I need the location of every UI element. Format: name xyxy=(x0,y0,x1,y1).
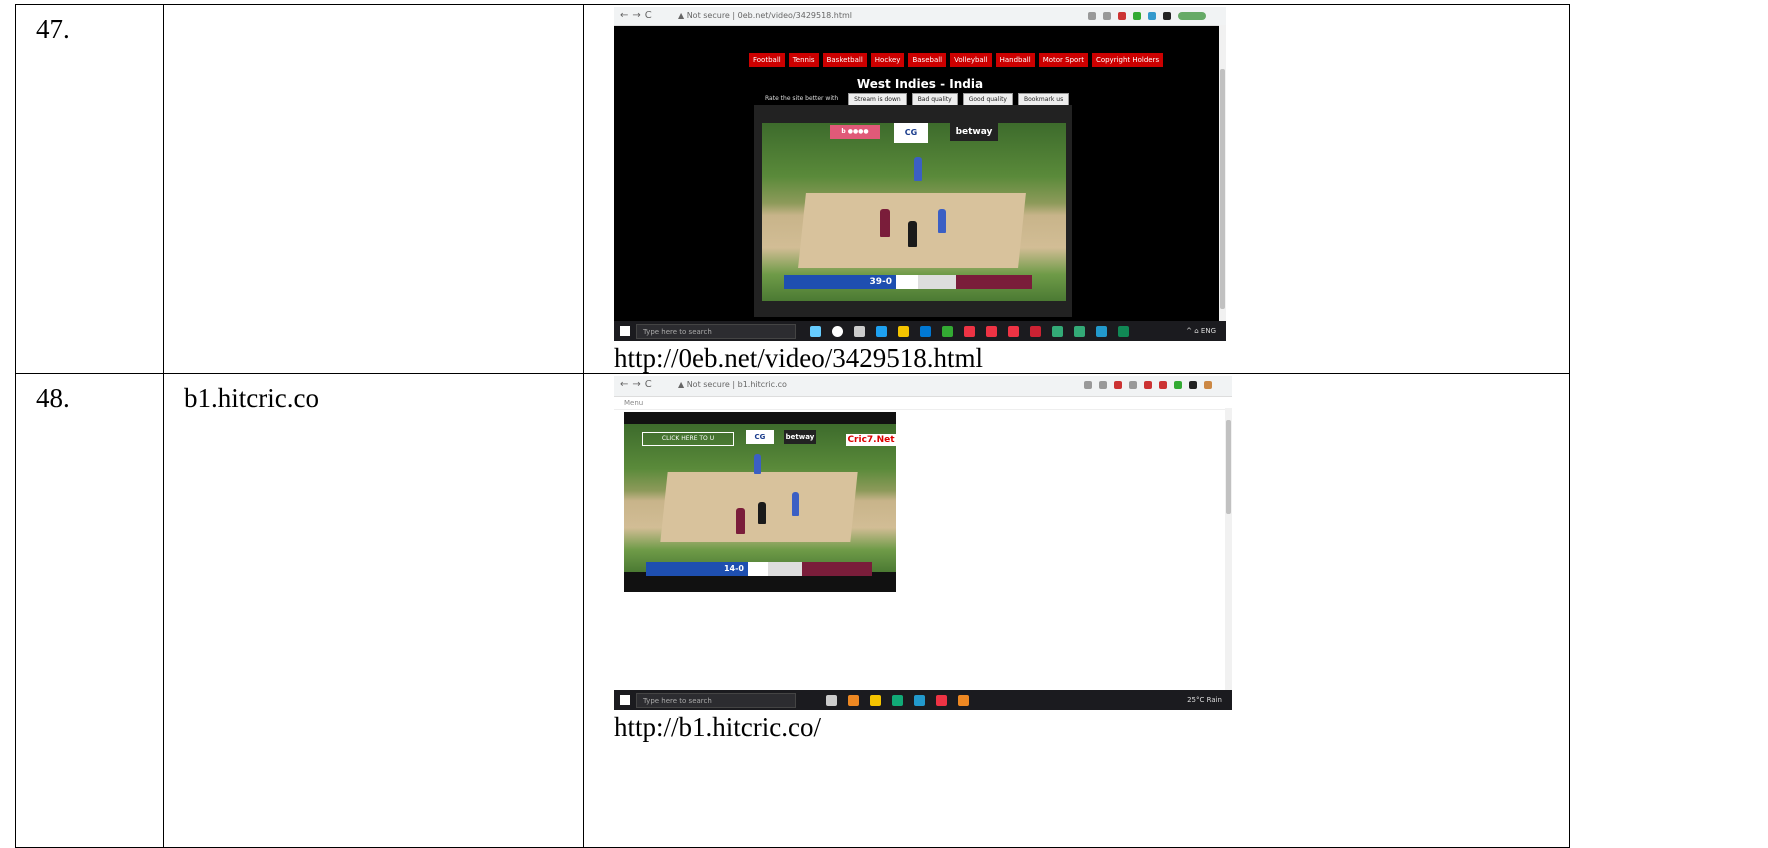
menu-volleyball[interactable]: Volleyball xyxy=(950,53,992,67)
table-row: 47. ←→C ▲ Not secure | 0eb.net/video/342… xyxy=(15,4,1570,374)
score-bowler xyxy=(802,562,872,576)
ad-board-cg: CG xyxy=(746,430,774,444)
screenshot-hitcric: ←→C ▲ Not secure | b1.hitcric.co Menu CL… xyxy=(614,376,1232,710)
player-fielder xyxy=(792,492,799,516)
taskbar-apps xyxy=(810,325,1129,337)
row-url[interactable]: http://b1.hitcric.co/ xyxy=(614,712,1569,742)
player-batsman xyxy=(914,157,922,181)
video-title: West Indies - India xyxy=(856,77,984,91)
windows-start-icon[interactable] xyxy=(620,695,630,705)
menu-copyright[interactable]: Copyright Holders xyxy=(1091,53,1164,67)
watermark: Cric7.Net xyxy=(846,434,896,446)
player-bowler xyxy=(736,508,745,534)
player-batsman xyxy=(754,454,761,474)
nav-buttons: ←→C xyxy=(620,379,656,390)
video-frame: CLICK HERE TO U CG betway Cric7.Net 14-0 xyxy=(624,412,896,592)
taskbar-search[interactable]: Type here to search xyxy=(636,692,796,708)
evidence-cell: ←→C ▲ Not secure | 0eb.net/video/3429518… xyxy=(583,4,1570,374)
score-bar: 14-0 xyxy=(646,562,872,576)
site-name: b1.hitcric.co xyxy=(163,373,584,848)
table-row: 48. b1.hitcric.co ←→C ▲ Not secure | b1.… xyxy=(15,373,1570,848)
bookmarks-bar: Menu xyxy=(614,397,1232,410)
score-bar: 39-0 xyxy=(784,275,1032,289)
system-tray: 25°C Rain xyxy=(1187,696,1222,704)
menu-basketball[interactable]: Basketball xyxy=(822,53,867,67)
row-number: 47. xyxy=(15,4,164,374)
score-bowler xyxy=(956,275,1032,289)
menu-motor-sport[interactable]: Motor Sport xyxy=(1038,53,1088,67)
taskbar-search[interactable]: Type here to search xyxy=(636,323,796,339)
document-table: 47. ←→C ▲ Not secure | 0eb.net/video/342… xyxy=(15,4,1570,848)
video-player[interactable]: CLICK HERE TO U CG betway Cric7.Net xyxy=(624,424,896,572)
score-runs: 39-0 xyxy=(784,275,896,289)
ad-board-betway: betway xyxy=(950,123,998,141)
score-overs xyxy=(896,275,918,289)
evidence-cell: ←→C ▲ Not secure | b1.hitcric.co Menu CL… xyxy=(583,373,1570,848)
sport-menu: Football Tennis Basketball Hockey Baseba… xyxy=(749,53,1164,67)
score-runs: 14-0 xyxy=(646,562,748,576)
row-number: 48. xyxy=(15,373,164,848)
address-bar: ▲ Not secure | b1.hitcric.co xyxy=(678,380,787,389)
system-tray: ^ ⌂ ENG xyxy=(1186,327,1216,335)
ad-board-cg: CG xyxy=(894,123,928,143)
score-info xyxy=(768,562,802,576)
browser-toolbar: ←→C ▲ Not secure | 0eb.net/video/3429518… xyxy=(614,7,1226,26)
player-umpire xyxy=(908,221,917,247)
ad-board-1: b ●●●● xyxy=(830,125,880,139)
extension-icons xyxy=(1088,12,1206,20)
player-bowler xyxy=(880,209,890,237)
menu-football[interactable]: Football xyxy=(749,53,785,67)
taskbar-apps xyxy=(826,694,969,706)
score-overs xyxy=(748,562,768,576)
menu-baseball[interactable]: Baseball xyxy=(908,53,947,67)
video-frame: b ●●●● CG betway 39-0 xyxy=(754,105,1072,317)
menu-handball[interactable]: Handball xyxy=(995,53,1035,67)
windows-taskbar: Type here to search ^ ⌂ ENG xyxy=(614,321,1226,341)
scroll-thumb[interactable] xyxy=(1220,69,1225,309)
ad-board-betway: betway xyxy=(784,430,816,444)
menu-hockey[interactable]: Hockey xyxy=(870,53,905,67)
row-url[interactable]: http://0eb.net/video/3429518.html xyxy=(614,343,1569,373)
windows-taskbar: Type here to search 25°C Rain xyxy=(614,690,1232,710)
site-name xyxy=(163,4,584,374)
scroll-thumb[interactable] xyxy=(1226,420,1231,514)
address-bar: ▲ Not secure | 0eb.net/video/3429518.htm… xyxy=(678,11,853,20)
extension-icons xyxy=(1084,381,1212,389)
score-info xyxy=(918,275,956,289)
menu-tennis[interactable]: Tennis xyxy=(788,53,819,67)
player-umpire xyxy=(758,502,766,524)
player-fielder xyxy=(938,209,946,233)
nav-buttons: ←→C xyxy=(620,10,656,21)
browser-toolbar: ←→C ▲ Not secure | b1.hitcric.co xyxy=(614,376,1232,397)
overlay-button[interactable]: CLICK HERE TO U xyxy=(642,432,734,446)
windows-start-icon[interactable] xyxy=(620,326,630,336)
screenshot-0eb: ←→C ▲ Not secure | 0eb.net/video/3429518… xyxy=(614,7,1226,341)
